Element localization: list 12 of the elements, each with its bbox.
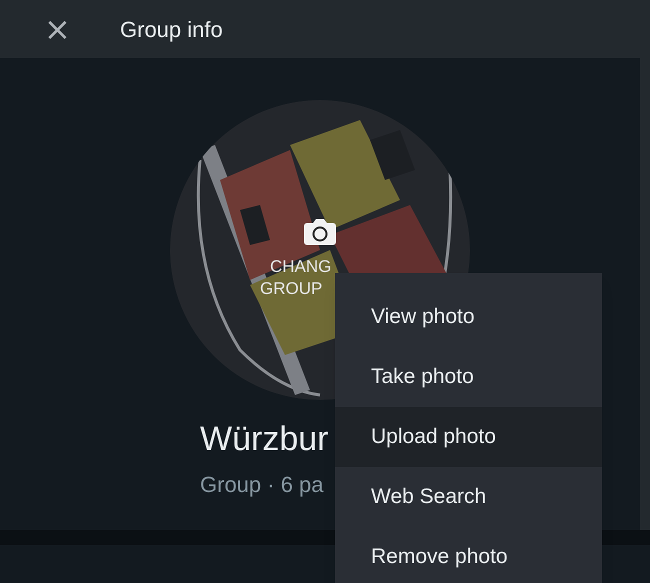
group-subtitle: Group · 6 pa	[200, 471, 324, 499]
menu-item[interactable]: Take photo	[335, 347, 602, 407]
change-photo-label: GROUP	[259, 278, 322, 300]
camera-icon[interactable]	[303, 218, 337, 246]
close-button[interactable]: ×	[44, 13, 70, 45]
window-title: Group info	[120, 16, 223, 44]
menu-item[interactable]: Remove photo	[335, 527, 602, 583]
group-name: Würzbur	[200, 419, 328, 460]
change-photo-label: CHANG	[269, 256, 332, 278]
menu-item[interactable]: Upload photo	[335, 407, 602, 467]
menu-item[interactable]: Web Search	[335, 467, 602, 527]
menu-item[interactable]: View photo	[335, 287, 602, 347]
